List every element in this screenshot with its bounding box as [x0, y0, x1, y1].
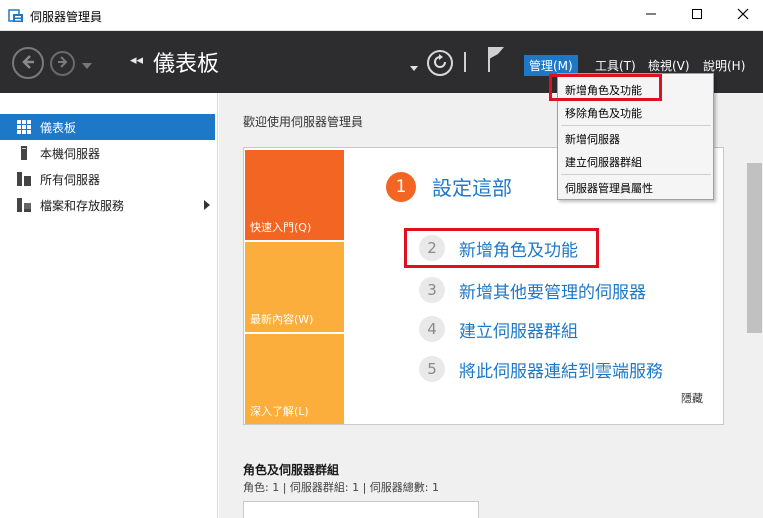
tile-quick-start[interactable]: 快速入門(Q): [245, 150, 344, 240]
roles-section-title: 角色及伺服器群組: [243, 463, 340, 477]
step-link[interactable]: 新增其他要管理的伺服器: [459, 278, 646, 303]
arrow-right-icon: [56, 55, 70, 72]
refresh-dropdown-icon[interactable]: [410, 60, 418, 74]
notifications-flag-icon[interactable]: [486, 45, 506, 76]
step-1-link[interactable]: 設定這部: [432, 172, 512, 201]
menu-separator: [561, 125, 711, 126]
step-5-connect-cloud[interactable]: 5 將此伺服器連結到雲端服務: [419, 355, 663, 383]
title-bar: 伺服器管理員: [0, 0, 763, 31]
breadcrumb-title: 儀表板: [153, 52, 220, 77]
toolbar-separator: [464, 52, 466, 72]
servers-icon: [16, 171, 32, 187]
close-button[interactable]: [720, 0, 763, 31]
role-tile[interactable]: [243, 501, 479, 518]
chevron-right-icon[interactable]: [204, 199, 210, 213]
dashboard-icon: [16, 119, 32, 135]
server-icon: [16, 145, 32, 161]
menu-create-server-group[interactable]: 建立伺服器群組: [565, 154, 642, 170]
step-link[interactable]: 建立伺服器群組: [459, 317, 578, 342]
step-link[interactable]: 將此伺服器連結到雲端服務: [459, 357, 663, 382]
forward-button[interactable]: [50, 51, 75, 76]
sidebar-item-local-server[interactable]: 本機伺服器: [0, 140, 215, 166]
window-title: 伺服器管理員: [30, 10, 103, 24]
breadcrumb-arrows: ◂◂: [130, 53, 144, 68]
refresh-button[interactable]: [427, 50, 453, 76]
minimize-icon: [645, 8, 657, 23]
close-icon: [737, 8, 749, 23]
highlight-box-menu-item: [549, 74, 662, 101]
refresh-icon: [432, 53, 448, 73]
step-number: 5: [419, 356, 445, 382]
sidebar-item-label: 本機伺服器: [40, 147, 101, 161]
menu-remove-roles[interactable]: 移除角色及功能: [565, 105, 642, 121]
step-3-add-servers[interactable]: 3 新增其他要管理的伺服器: [419, 276, 646, 304]
step-4-create-group[interactable]: 4 建立伺服器群組: [419, 315, 578, 343]
storage-icon: [16, 197, 32, 213]
sidebar-item-dashboard[interactable]: 儀表板: [0, 114, 215, 140]
tile-whats-new[interactable]: 最新內容(W): [245, 242, 344, 332]
step-1-number: 1: [386, 172, 416, 202]
sidebar: 儀表板 本機伺服器 所有伺服器 檔案和存放服務: [0, 93, 218, 518]
maximize-icon: [691, 8, 703, 23]
server-manager-app-icon: [8, 7, 24, 23]
menu-server-manager-properties[interactable]: 伺服器管理員屬性: [565, 180, 653, 196]
hide-link[interactable]: 隱藏: [681, 390, 703, 406]
step-number: 4: [419, 316, 445, 342]
back-button[interactable]: [12, 47, 44, 79]
step-number: 3: [419, 277, 445, 303]
tile-label: 最新內容(W): [250, 313, 314, 326]
arrow-left-icon: [19, 53, 37, 74]
menu-add-servers[interactable]: 新增伺服器: [565, 131, 620, 147]
scrollbar-thumb[interactable]: [747, 163, 762, 333]
vertical-scrollbar[interactable]: [746, 93, 763, 518]
welcome-heading: 歡迎使用伺服器管理員: [243, 115, 364, 129]
sidebar-item-label: 儀表板: [40, 121, 77, 135]
history-dropdown-icon[interactable]: [82, 58, 92, 72]
sidebar-item-label: 所有伺服器: [40, 173, 101, 187]
roles-summary: 角色: 1 | 伺服器群組: 1 | 伺服器總數: 1: [243, 481, 440, 494]
sidebar-item-all-servers[interactable]: 所有伺服器: [0, 166, 215, 192]
tile-learn-more[interactable]: 深入了解(L): [245, 334, 344, 424]
sidebar-item-file-storage[interactable]: 檔案和存放服務: [0, 192, 215, 218]
sidebar-item-label: 檔案和存放服務: [40, 199, 125, 213]
tile-label: 快速入門(Q): [250, 221, 312, 234]
highlight-box-step2: [404, 228, 599, 268]
tile-label: 深入了解(L): [250, 405, 309, 418]
minimize-button[interactable]: [628, 0, 674, 31]
menu-separator: [561, 174, 711, 175]
maximize-button[interactable]: [674, 0, 720, 31]
